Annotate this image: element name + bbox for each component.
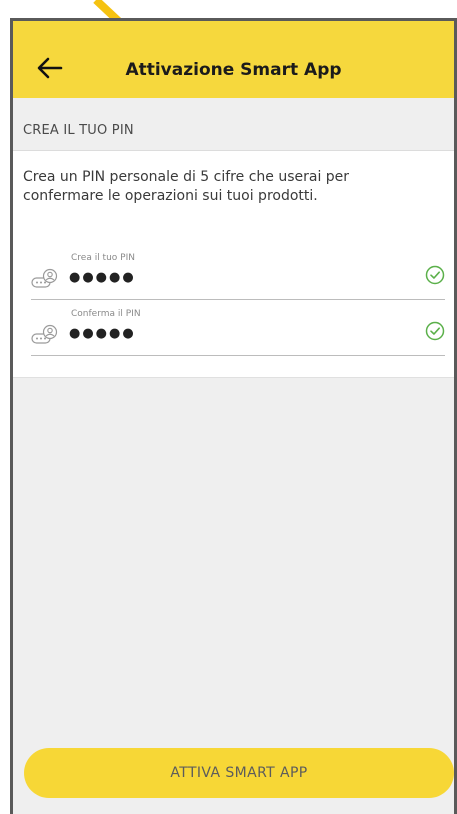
create-pin-input[interactable] xyxy=(69,268,369,286)
create-pin-label: Crea il tuo PIN xyxy=(71,253,135,263)
activate-smart-app-button[interactable]: ATTIVA SMART APP xyxy=(24,748,454,798)
pin-card: Crea un PIN personale di 5 cifre che use… xyxy=(13,151,454,378)
person-pin-icon xyxy=(31,324,58,344)
phone-screen: Attivazione Smart App CREA IL TUO PIN Cr… xyxy=(10,18,457,814)
create-pin-field[interactable]: Crea il tuo PIN xyxy=(31,251,445,300)
section-header: CREA IL TUO PIN xyxy=(13,98,454,151)
person-pin-icon xyxy=(31,268,58,288)
section-header-label: CREA IL TUO PIN xyxy=(23,123,134,138)
check-circle-icon xyxy=(425,265,445,285)
check-circle-icon xyxy=(425,321,445,341)
confirm-pin-label: Conferma il PIN xyxy=(71,309,141,319)
pin-description: Crea un PIN personale di 5 cifre che use… xyxy=(23,169,350,204)
confirm-pin-field[interactable]: Conferma il PIN xyxy=(31,307,445,356)
page-title: Attivazione Smart App xyxy=(125,60,342,80)
app-bar: Attivazione Smart App xyxy=(13,21,454,99)
confirm-pin-input[interactable] xyxy=(69,324,369,342)
